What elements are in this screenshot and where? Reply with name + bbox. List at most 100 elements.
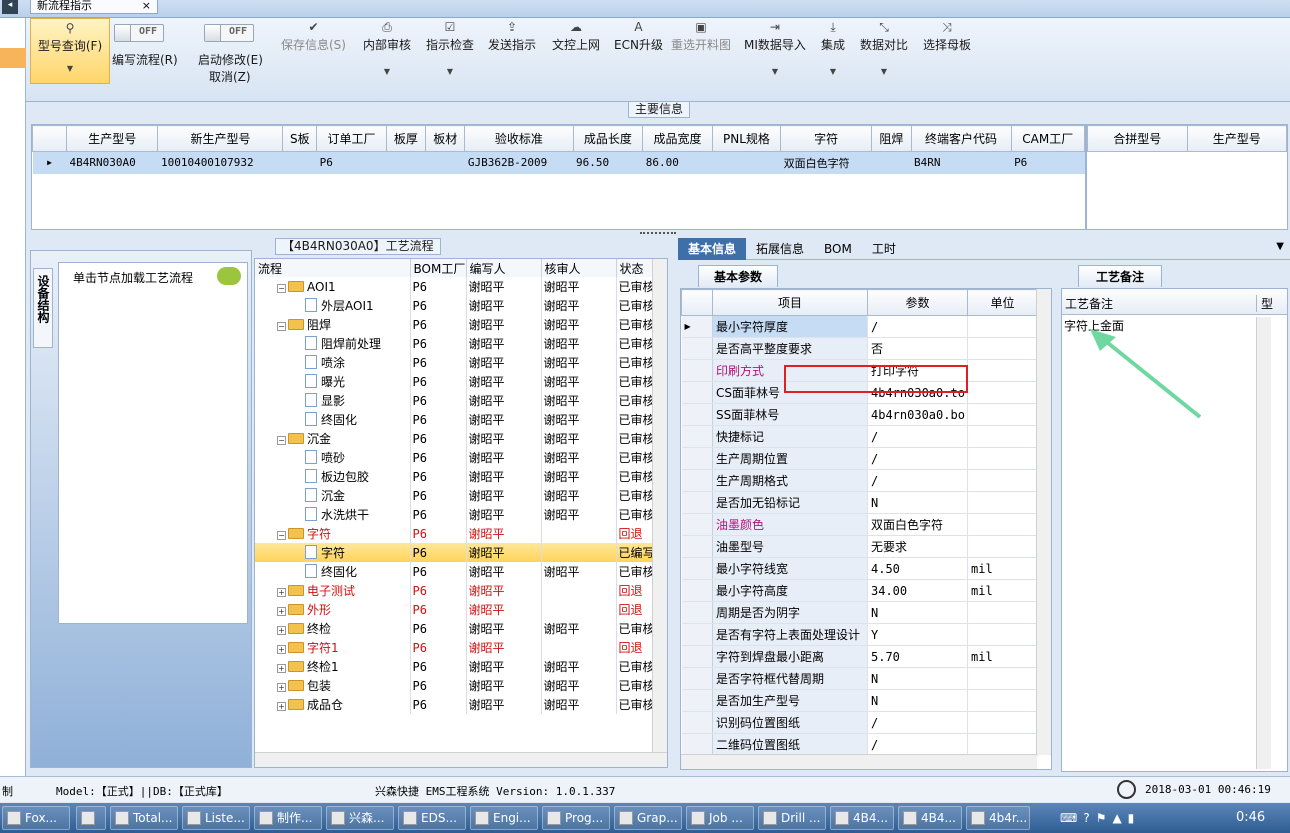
taskbar-item[interactable]: Job ... <box>686 806 754 830</box>
start-modify-toggle[interactable]: OFF <box>204 24 254 42</box>
property-value[interactable]: / <box>867 425 968 448</box>
splitter-handle[interactable] <box>640 232 676 236</box>
property-value[interactable]: N <box>867 601 968 624</box>
tree-row[interactable]: 板边包胶 P6 谢昭平 谢昭平 已审核 <box>255 467 656 486</box>
column-header[interactable]: S板 <box>282 125 318 152</box>
column-header[interactable]: 成品长度 <box>572 125 644 152</box>
notes-scrollbar[interactable] <box>1256 317 1271 769</box>
property-row[interactable]: 是否字符框代替周期 N <box>681 667 1038 690</box>
property-row[interactable]: 二维码位置图纸 / <box>681 733 1038 756</box>
column-header[interactable]: 项目 <box>712 289 868 316</box>
column-header[interactable]: 板厚 <box>385 125 427 152</box>
tree-row[interactable]: 曝光 P6 谢昭平 谢昭平 已审核 <box>255 372 656 391</box>
column-header[interactable]: 新生产型号 <box>157 125 284 152</box>
detail-tab[interactable]: 工时 <box>862 238 906 260</box>
collapse-icon[interactable]: − <box>277 283 286 293</box>
tree-node[interactable]: 显影 <box>255 391 411 410</box>
property-row[interactable]: SS面菲林号 4b4rn030a0.bo <box>681 403 1038 426</box>
expand-icon[interactable]: + <box>277 702 286 711</box>
property-row[interactable]: 快捷标记 / <box>681 425 1038 448</box>
column-header[interactable]: 验收标准 <box>464 125 574 152</box>
property-value[interactable]: / <box>867 711 968 734</box>
expand-icon[interactable]: + <box>277 588 286 597</box>
tree-node[interactable]: − 字符 <box>255 524 411 543</box>
collapse-icon[interactable]: − <box>277 436 286 445</box>
column-header[interactable]: 成品宽度 <box>642 125 713 152</box>
tree-row[interactable]: 喷涂 P6 谢昭平 谢昭平 已审核 <box>255 353 656 372</box>
expand-icon[interactable]: + <box>277 683 286 692</box>
property-value[interactable]: 4b4rn030a0.bo <box>867 403 968 426</box>
property-value[interactable]: / <box>867 447 968 470</box>
start-modify-button[interactable]: 启动修改(E) <box>198 51 263 68</box>
column-header[interactable]: 状态 <box>616 259 656 277</box>
taskbar-item[interactable]: Drill ... <box>758 806 826 830</box>
tree-node[interactable]: 喷砂 <box>255 448 411 467</box>
tree-node[interactable]: + 终检 <box>255 619 411 638</box>
integrate-button[interactable]: ⤓ 集成 ▼ <box>821 18 845 76</box>
property-value[interactable]: 无要求 <box>867 535 968 558</box>
column-header[interactable]: BOM工厂 <box>410 259 467 277</box>
tree-node[interactable]: − 沉金 <box>255 429 411 448</box>
taskbar-item[interactable]: 4B4... <box>830 806 894 830</box>
taskbar-item[interactable]: Liste... <box>182 806 250 830</box>
taskbar-item[interactable]: 兴森... <box>326 806 394 830</box>
tree-node[interactable]: + 终检1 <box>255 657 411 676</box>
column-header[interactable]: CAM工厂 <box>1010 125 1085 152</box>
reselect-cut-button[interactable]: ▣ 重选开料图 <box>671 18 731 53</box>
tree-row[interactable]: − AOI1 P6 谢昭平 谢昭平 已审核 <box>255 277 656 296</box>
detail-tab[interactable]: 基本信息 <box>678 238 747 260</box>
property-value[interactable]: / <box>867 733 968 756</box>
tree-row[interactable]: − 字符 P6 谢昭平 回退 <box>255 524 656 543</box>
property-row[interactable]: 识别码位置图纸 / <box>681 711 1038 734</box>
taskbar-item[interactable]: Total... <box>110 806 178 830</box>
taskbar-item[interactable]: Prog... <box>542 806 610 830</box>
tree-node[interactable]: + 字符1 <box>255 638 411 657</box>
property-row[interactable]: 生产周期位置 / <box>681 447 1038 470</box>
taskbar-item[interactable] <box>76 806 106 830</box>
column-header[interactable]: PNL规格 <box>711 125 782 152</box>
tree-row[interactable]: − 沉金 P6 谢昭平 谢昭平 已审核 <box>255 429 656 448</box>
tree-row[interactable]: + 终检 P6 谢昭平 谢昭平 已审核 <box>255 619 656 638</box>
property-value[interactable]: 否 <box>867 337 968 360</box>
tree-node[interactable]: 字符 <box>255 543 411 562</box>
collapse-icon[interactable]: − <box>277 322 286 331</box>
property-row[interactable]: 最小字符线宽 4.50 mil <box>681 557 1038 580</box>
property-row[interactable]: 是否加无铅标记 N <box>681 491 1038 514</box>
tree-row[interactable]: 阻焊前处理 P6 谢昭平 谢昭平 已审核 <box>255 334 656 353</box>
column-header[interactable]: 编写人 <box>466 259 542 277</box>
column-header[interactable]: 板材 <box>425 125 466 152</box>
column-header[interactable]: 生产型号 <box>1186 125 1287 152</box>
tree-row[interactable]: 终固化 P6 谢昭平 谢昭平 已审核 <box>255 410 656 429</box>
tree-row[interactable]: 喷砂 P6 谢昭平 谢昭平 已审核 <box>255 448 656 467</box>
column-header[interactable]: 终端客户代码 <box>910 125 1012 152</box>
select-master-button[interactable]: ⤨ 选择母板 <box>923 18 971 53</box>
property-value[interactable]: 双面白色字符 <box>867 513 968 536</box>
property-row[interactable]: 是否加生产型号 N <box>681 689 1038 712</box>
write-flow-toggle[interactable]: OFF <box>114 24 164 42</box>
send-instr-button[interactable]: ⇪ 发送指示 <box>488 18 536 53</box>
property-value[interactable]: / <box>867 469 968 492</box>
column-header[interactable]: 订单工厂 <box>316 125 387 152</box>
process-notes-tab[interactable]: 工艺备注 <box>1078 265 1162 287</box>
tree-row[interactable]: + 外形 P6 谢昭平 回退 <box>255 600 656 619</box>
tree-node[interactable]: + 外形 <box>255 600 411 619</box>
data-compare-button[interactable]: ⤡ 数据对比 ▼ <box>860 18 908 76</box>
tree-row[interactable]: + 终检1 P6 谢昭平 谢昭平 已审核 <box>255 657 656 676</box>
tree-node[interactable]: − AOI1 <box>255 277 411 296</box>
save-info-button[interactable]: ✔ 保存信息(S) <box>281 18 346 53</box>
taskbar-item[interactable]: 4b4r... <box>966 806 1030 830</box>
property-row[interactable]: 油墨颜色 双面白色字符 <box>681 513 1038 536</box>
taskbar-item[interactable]: 4B4... <box>898 806 962 830</box>
tree-node[interactable]: 板边包胶 <box>255 467 411 486</box>
property-row[interactable]: 油墨型号 无要求 <box>681 535 1038 558</box>
column-header[interactable]: 流程 <box>255 259 411 277</box>
property-value[interactable]: Y <box>867 623 968 646</box>
property-value[interactable]: N <box>867 689 968 712</box>
tree-node[interactable]: 外层AOI1 <box>255 296 411 315</box>
property-row[interactable]: 字符到焊盘最小距离 5.70 mil <box>681 645 1038 668</box>
tree-row[interactable]: 外层AOI1 P6 谢昭平 谢昭平 已审核 <box>255 296 656 315</box>
expand-icon[interactable]: + <box>277 607 286 616</box>
tree-row[interactable]: + 字符1 P6 谢昭平 回退 <box>255 638 656 657</box>
taskbar-item[interactable]: EDS... <box>398 806 466 830</box>
params-vertical-scrollbar[interactable] <box>1036 289 1051 755</box>
